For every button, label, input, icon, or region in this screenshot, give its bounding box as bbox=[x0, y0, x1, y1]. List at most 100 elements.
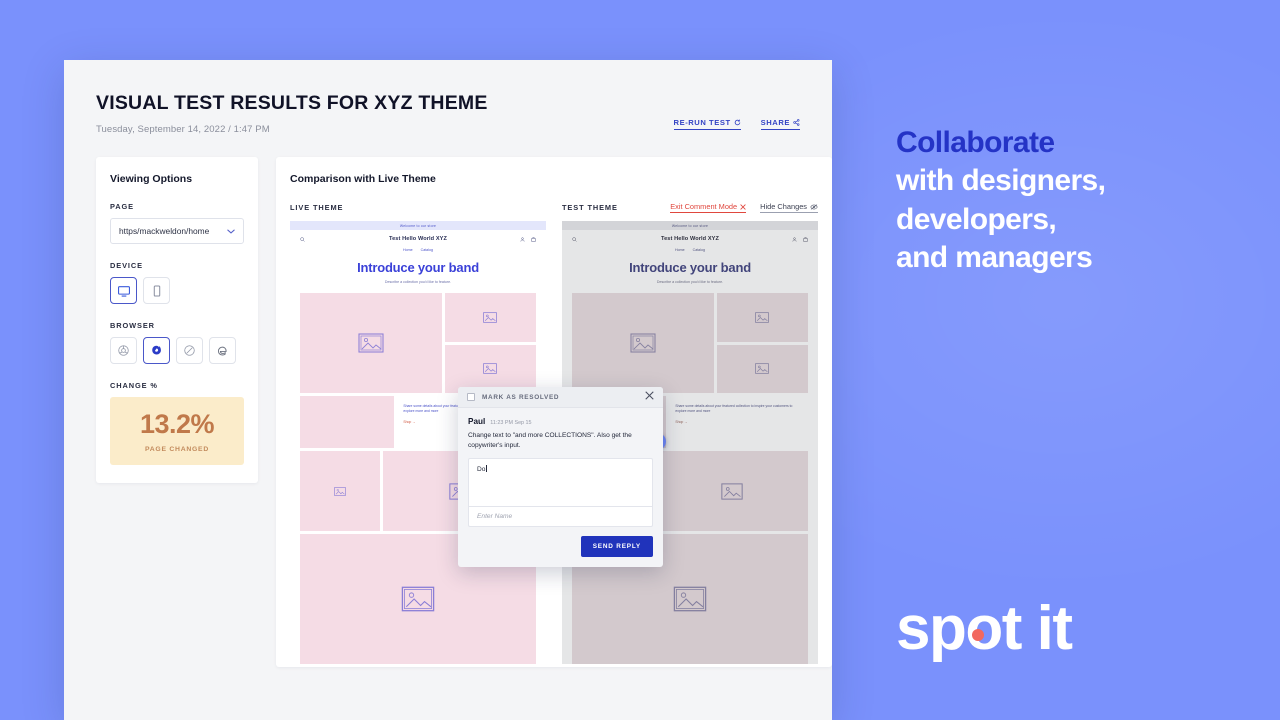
image-placeholder-icon bbox=[401, 586, 435, 612]
share-button[interactable]: SHARE bbox=[760, 118, 800, 130]
shop-link[interactable]: Shop → bbox=[675, 420, 802, 425]
test-theme-header: TEST THEME Exit Comment Mode Hide Change… bbox=[562, 202, 818, 213]
storefront-heading: Introduce your band bbox=[357, 260, 479, 275]
reply-textarea[interactable]: Do bbox=[469, 459, 652, 506]
image-placeholder-icon bbox=[483, 312, 498, 323]
reply-value: Do bbox=[477, 466, 486, 474]
grid-column bbox=[716, 293, 808, 393]
live-theme-label: LIVE THEME bbox=[290, 203, 344, 212]
image-placeholder-icon bbox=[483, 363, 498, 374]
spot-it-logo: spot it bbox=[896, 598, 1073, 660]
change-percent-caption: PAGE CHANGED bbox=[144, 446, 209, 453]
headline-line-1: Collaborate bbox=[896, 126, 1055, 159]
firefox-icon bbox=[152, 345, 161, 355]
comment-author: Paul bbox=[468, 417, 486, 426]
announcement-text: Welcome to our store bbox=[671, 223, 709, 228]
comment-popup-header: MARK AS RESOLVED bbox=[458, 387, 663, 408]
comment-meta: Paul 11:23 PM Sep 15 bbox=[468, 417, 653, 426]
phone-icon bbox=[153, 284, 160, 297]
test-theme-label: TEST THEME bbox=[562, 203, 618, 212]
close-icon bbox=[740, 203, 746, 210]
storefront-subheading: Describe a collection you'd like to feat… bbox=[656, 280, 724, 284]
page-select-value: https/mackweldon/home bbox=[119, 226, 210, 236]
announcement-text: Welcome to our store bbox=[399, 223, 437, 228]
page-select[interactable]: https/mackweldon/home bbox=[110, 218, 244, 244]
page-label: PAGE bbox=[110, 202, 134, 211]
grid-tile bbox=[444, 344, 536, 393]
browser-option-safari[interactable] bbox=[176, 337, 203, 364]
storefront-heading: Introduce your band bbox=[629, 260, 751, 275]
comment-text: Change text to "and more COLLECTIONS". A… bbox=[468, 432, 632, 449]
device-option-desktop[interactable] bbox=[110, 277, 137, 304]
live-theme-header: LIVE THEME bbox=[290, 202, 546, 213]
brand-headline-text: Collaborate with designers, developers, … bbox=[896, 124, 1256, 278]
comparison-header-row: LIVE THEME TEST THEME Exit Comment Mode … bbox=[290, 202, 818, 213]
storefront-link-home[interactable]: Home bbox=[675, 248, 685, 252]
exit-comment-mode-button[interactable]: Exit Comment Mode bbox=[670, 202, 747, 213]
close-icon bbox=[645, 391, 654, 400]
grid-tile bbox=[300, 396, 395, 448]
storefront-brand: Test Hello World XYZ bbox=[388, 236, 448, 242]
close-popup-button[interactable] bbox=[645, 391, 654, 403]
image-placeholder-icon bbox=[334, 486, 346, 496]
page-title: VISUAL TEST RESULTS FOR XYZ THEME bbox=[96, 92, 488, 114]
exit-comment-mode-label: Exit Comment Mode bbox=[670, 202, 738, 211]
app-window: VISUAL TEST RESULTS FOR XYZ THEME Tuesda… bbox=[64, 60, 832, 720]
grid-tile bbox=[716, 344, 808, 393]
browser-options bbox=[110, 337, 244, 364]
brand-headline: Collaborate with designers, developers, … bbox=[896, 124, 1256, 278]
grid-tile bbox=[300, 293, 442, 393]
text-caret bbox=[485, 465, 487, 473]
comment-popup-body: Paul 11:23 PM Sep 15 Change text to "and… bbox=[458, 408, 663, 567]
headline-line-2: with designers, bbox=[896, 164, 1106, 198]
device-option-mobile[interactable] bbox=[143, 277, 170, 304]
image-placeholder-icon bbox=[720, 482, 743, 500]
browser-option-firefox[interactable] bbox=[143, 337, 170, 364]
edge-icon bbox=[217, 346, 227, 356]
grid-tile bbox=[716, 293, 808, 342]
grid-row bbox=[572, 293, 808, 393]
header-actions: RE-RUN TEST SHARE bbox=[673, 118, 800, 130]
send-reply-button[interactable]: SEND REPLY bbox=[580, 536, 653, 558]
image-placeholder-icon bbox=[358, 333, 384, 353]
hide-changes-label: Hide Changes bbox=[760, 202, 807, 211]
comment-timestamp: 11:23 PM Sep 15 bbox=[490, 420, 532, 426]
storefront-nav: Test Hello World XYZ bbox=[562, 230, 818, 248]
grid-text-body: Share some details about your featured c… bbox=[675, 404, 793, 414]
mark-as-resolved-label: MARK AS RESOLVED bbox=[482, 393, 560, 401]
eye-off-icon bbox=[810, 203, 818, 210]
grid-row bbox=[300, 293, 536, 393]
comment-popup: MARK AS RESOLVED Paul 11:23 PM Sep 15 Ch… bbox=[458, 387, 663, 568]
storefront-link-home[interactable]: Home bbox=[403, 248, 413, 252]
chrome-icon bbox=[118, 345, 129, 356]
browser-option-chrome[interactable] bbox=[110, 337, 137, 364]
storefront-link-catalog[interactable]: Catalog bbox=[693, 248, 705, 252]
grid-column bbox=[444, 293, 536, 393]
image-placeholder-icon bbox=[673, 586, 707, 612]
mark-as-resolved-checkbox[interactable] bbox=[467, 393, 475, 401]
storefront-link-catalog[interactable]: Catalog bbox=[421, 248, 433, 252]
headline-line-4: and managers bbox=[896, 241, 1093, 275]
comparison-panel: Comparison with Live Theme LIVE THEME TE… bbox=[276, 157, 832, 667]
chevron-down-icon bbox=[227, 229, 235, 234]
reply-form: Do Enter Name bbox=[468, 458, 653, 528]
reply-actions: SEND REPLY bbox=[468, 536, 653, 558]
storefront-links: Home Catalog bbox=[290, 248, 546, 257]
rerun-test-button[interactable]: RE-RUN TEST bbox=[673, 118, 741, 130]
grid-text-block: Share some details about your featured c… bbox=[669, 396, 808, 433]
grid-text-tile: Share some details about your featured c… bbox=[669, 396, 808, 448]
headline-line-3: developers, bbox=[896, 202, 1057, 236]
image-placeholder-icon bbox=[755, 363, 770, 374]
comparison-tools: Exit Comment Mode Hide Changes bbox=[670, 202, 818, 213]
browser-option-edge[interactable] bbox=[209, 337, 236, 364]
spot-it-logo-text: spot it bbox=[896, 598, 1073, 660]
image-placeholder-icon bbox=[630, 333, 656, 353]
browser-label: BROWSER bbox=[110, 321, 155, 330]
grid-tile bbox=[300, 451, 381, 531]
logo-target-dot-icon bbox=[972, 629, 984, 641]
safari-icon bbox=[184, 345, 195, 356]
hide-changes-button[interactable]: Hide Changes bbox=[760, 202, 818, 213]
grid-tile bbox=[572, 293, 714, 393]
reply-name-input[interactable]: Enter Name bbox=[469, 506, 652, 526]
change-percent-value: 13.2% bbox=[139, 409, 215, 439]
